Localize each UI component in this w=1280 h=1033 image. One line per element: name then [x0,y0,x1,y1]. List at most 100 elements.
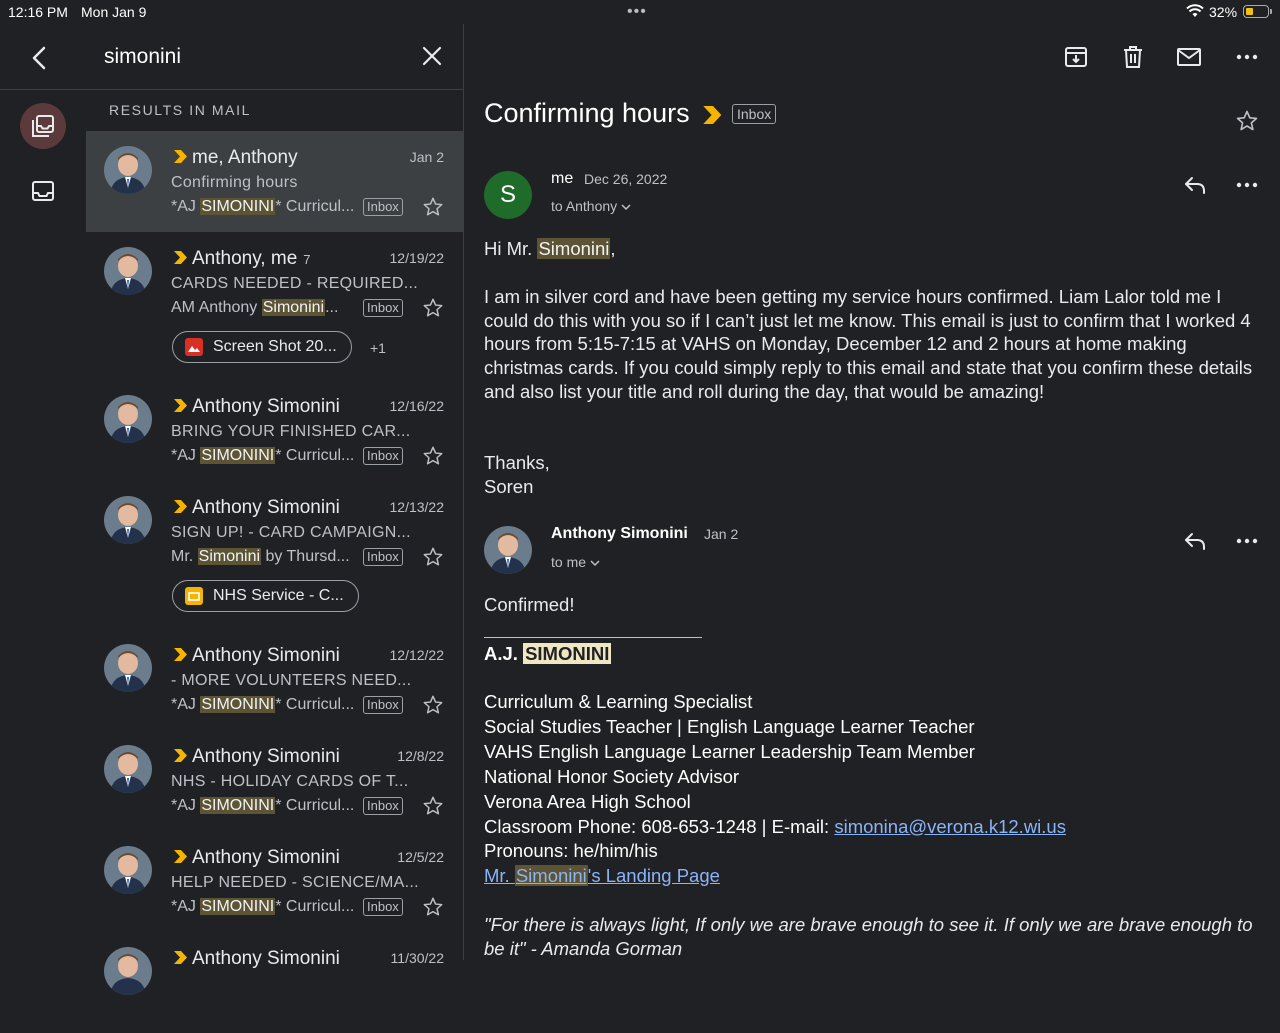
battery-percent: 32% [1209,4,1238,20]
avatar [484,526,532,574]
result-item[interactable]: Anthony, me 7 12/19/22 CARDS NEEDED - REQ… [86,232,464,380]
importance-marker-icon[interactable] [174,648,188,666]
result-item[interactable]: me, Anthony Jan 2 Confirming hours *AJ S… [86,131,464,232]
result-sender: Anthony Simonini [192,847,340,868]
star-icon[interactable] [422,896,444,918]
message-date: Jan 2 [704,526,739,542]
inbox-label-badge: Inbox [363,548,403,566]
signature-line: VAHS English Language Learner Leadership… [484,740,975,762]
slides-icon [185,587,203,605]
message-more-icon[interactable] [1235,529,1259,553]
result-subject: Confirming hours [171,174,298,191]
star-icon[interactable] [422,694,444,716]
importance-marker-icon[interactable] [174,150,188,168]
avatar [104,947,152,995]
email-link[interactable]: simonina@verona.k12.wi.us [834,816,1066,837]
result-snippet: AM Anthony Simonini... [171,299,339,316]
mail-results-icon[interactable] [20,103,66,149]
avatar [104,846,152,894]
result-snippet: *AJ SIMONINI* Curricul... [171,797,355,814]
result-subject: SIGN UP! - CARD CAMPAIGN... [171,524,411,541]
mark-unread-icon[interactable] [1176,44,1202,70]
result-sender: Anthony Simonini [192,396,340,417]
status-date: Mon Jan 9 [81,4,147,20]
message-sender: Anthony Simonini [551,525,688,542]
signature-divider [484,637,702,638]
result-item[interactable]: Anthony Simonini 12/12/22 - MORE VOLUNTE… [86,629,464,730]
signature-quote: "For there is always light, If only we a… [484,914,1253,959]
inbox-label-badge: Inbox [363,898,403,916]
inbox-label-badge[interactable]: Inbox [732,104,777,124]
search-input[interactable] [104,42,404,72]
result-date: 12/16/22 [389,398,445,414]
message-more-icon[interactable] [1235,173,1259,197]
avatar [104,247,152,295]
more-attachments-count: +1 [370,340,386,356]
thread-subject: Confirming hours [484,98,690,128]
importance-marker-icon[interactable] [174,749,188,767]
inbox-label-badge: Inbox [363,696,403,714]
result-date: 11/30/22 [390,950,444,966]
chevron-down-icon [590,560,600,567]
attachment-chip[interactable]: Screen Shot 20... [172,331,352,363]
attachment-name: NHS Service - C... [213,587,344,604]
star-icon[interactable] [422,546,444,568]
message-recipients[interactable]: to Anthony [551,198,631,214]
result-date: Jan 2 [409,149,444,165]
importance-marker-icon[interactable] [174,500,188,518]
message-sender: me [551,170,574,187]
message-greeting: Hi Mr. Simonini, [484,238,616,259]
result-item[interactable]: Anthony Simonini 11/30/22 [86,932,464,1033]
result-item[interactable]: Anthony Simonini 12/16/22 BRING YOUR FIN… [86,380,464,481]
email-thread-pane: Confirming hours Inbox S me Dec 26, 2022… [465,24,1280,960]
result-subject: CARDS NEEDED - REQUIRED... [171,275,418,292]
attachment-name: Screen Shot 20... [213,338,337,355]
importance-marker-icon[interactable] [174,951,188,969]
result-subject: - MORE VOLUNTEERS NEED... [171,672,412,689]
back-arrow-icon[interactable] [26,44,54,72]
importance-marker-icon[interactable] [174,251,188,269]
signature-line: Social Studies Teacher | English Languag… [484,715,975,737]
result-snippet: Mr. Simonini by Thursd... [171,548,350,565]
result-item[interactable]: Anthony Simonini 12/13/22 SIGN UP! - CAR… [86,481,464,629]
multitasking-dots-icon[interactable]: ••• [627,3,647,21]
star-icon[interactable] [422,795,444,817]
importance-marker-icon[interactable] [174,850,188,868]
signature-block: Curriculum & Learning Specialist Social … [484,690,1066,889]
signature-line: Curriculum & Learning Specialist [484,691,753,712]
landing-page-link[interactable]: Mr. Simonini's Landing Page [484,865,720,887]
result-item[interactable]: Anthony Simonini 12/8/22 NHS - HOLIDAY C… [86,730,464,831]
star-icon[interactable] [422,297,444,319]
message-date: Dec 26, 2022 [584,171,668,187]
result-subject: BRING YOUR FINISHED CAR... [171,423,411,440]
message-recipients[interactable]: to me [551,554,600,570]
signature-contact: Classroom Phone: 608-653-1248 | E-mail: … [484,815,1066,837]
reply-icon[interactable] [1182,528,1208,554]
result-snippet: *AJ SIMONINI* Curricul... [171,447,355,464]
message-body: I am in silver cord and have been gettin… [484,286,1253,402]
clear-search-icon[interactable] [420,44,444,68]
message-signoff: Soren [484,476,534,497]
inbox-label-badge: Inbox [363,797,403,815]
inbox-label-badge: Inbox [363,447,403,465]
result-date: 12/12/22 [389,647,445,663]
star-icon[interactable] [422,445,444,467]
result-snippet: *AJ SIMONINI* Curricul... [171,696,355,713]
importance-marker-icon[interactable] [703,106,723,129]
importance-marker-icon[interactable] [174,399,188,417]
result-date: 12/19/22 [389,250,445,266]
more-options-icon[interactable] [1234,44,1260,70]
avatar [104,395,152,443]
signature-pronouns: Pronouns: he/him/his [484,840,658,862]
star-icon[interactable] [1235,109,1259,133]
avatar [104,644,152,692]
result-date: 12/5/22 [397,849,444,865]
result-subject: HELP NEEDED - SCIENCE/MA... [171,874,419,891]
delete-icon[interactable] [1120,44,1146,70]
attachment-chip[interactable]: NHS Service - C... [172,580,359,612]
reply-icon[interactable] [1182,172,1208,198]
archive-icon[interactable] [1063,44,1089,70]
result-item[interactable]: Anthony Simonini 12/5/22 HELP NEEDED - S… [86,831,464,932]
inbox-icon[interactable] [20,168,66,214]
star-icon[interactable] [422,196,444,218]
